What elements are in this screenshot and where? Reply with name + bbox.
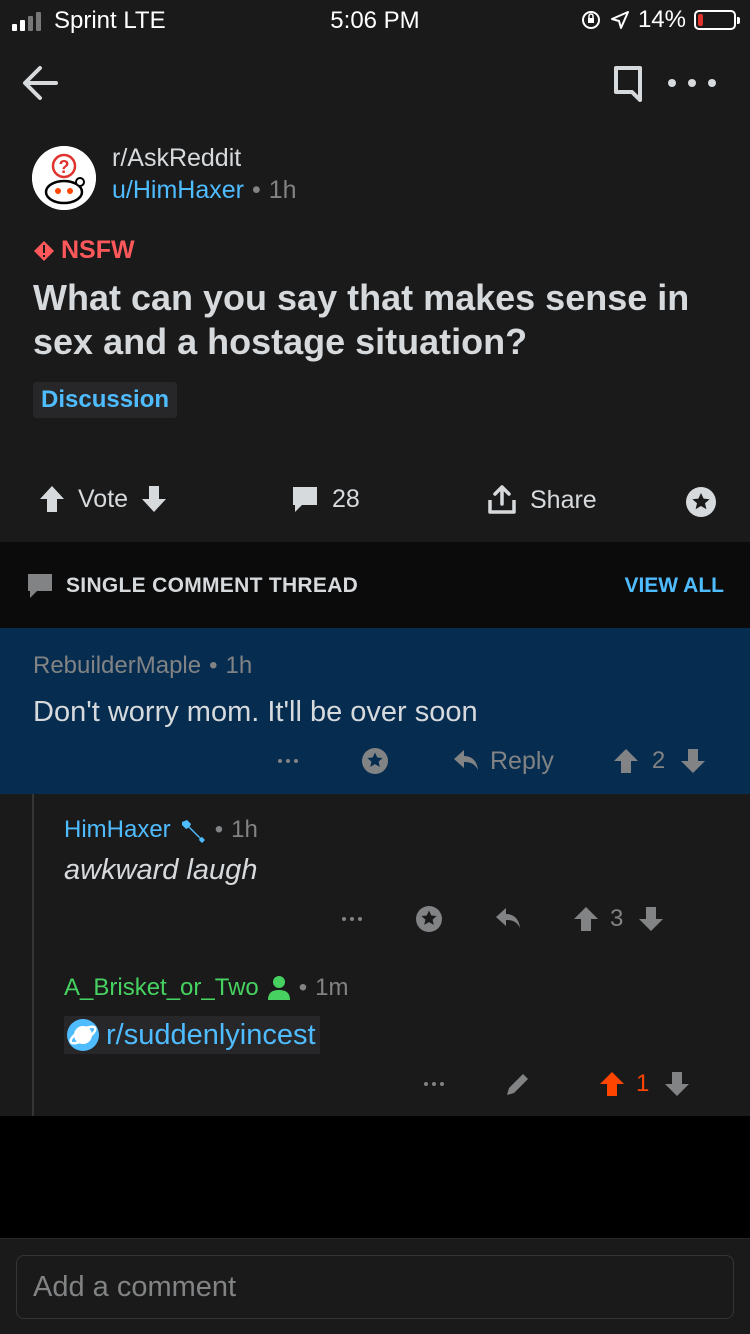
- nested-comments: HimHaxer • 1h awkward laugh 3 A_Brisket_…: [0, 794, 750, 1116]
- nsfw-badge: NSFW: [33, 236, 135, 265]
- comment-icon: [26, 572, 54, 600]
- comment-actions: Reply 2: [278, 746, 707, 776]
- upvote-icon[interactable]: [612, 747, 640, 775]
- reply-icon[interactable]: [494, 906, 522, 932]
- reply-label: Reply: [490, 746, 554, 775]
- post-header: ? r/AskReddit u/HimHaxer • 1h NSFW What …: [0, 40, 750, 542]
- alien-avatar-icon[interactable]: ?: [32, 146, 96, 210]
- signal-icon: [12, 11, 46, 31]
- post-meta: u/HimHaxer • 1h: [112, 176, 297, 205]
- upvote-icon[interactable]: [38, 484, 66, 514]
- downvote-icon[interactable]: [679, 747, 707, 775]
- comment-body: awkward laugh: [64, 854, 258, 886]
- battery-group: 14%: [580, 6, 740, 34]
- comment-meta: RebuilderMaple • 1h: [33, 652, 252, 680]
- single-thread-banner: SINGLE COMMENT THREAD VIEW ALL: [0, 542, 750, 628]
- upvote-icon[interactable]: [598, 1070, 626, 1098]
- view-all-button[interactable]: VIEW ALL: [624, 574, 724, 598]
- comment-score: 1: [636, 1070, 650, 1097]
- single-thread-text: SINGLE COMMENT THREAD: [66, 574, 359, 597]
- status-bar: Sprint LTE 5:06 PM 14%: [0, 0, 750, 40]
- comment-score: 2: [651, 747, 666, 774]
- battery-percent: 14%: [637, 6, 686, 33]
- comment-meta: HimHaxer • 1h: [64, 816, 258, 844]
- comment-age: 1h: [231, 816, 258, 843]
- award-icon[interactable]: [360, 746, 390, 776]
- battery-icon: [694, 10, 740, 30]
- share-icon: [486, 484, 518, 516]
- post-flair[interactable]: Discussion: [33, 382, 178, 418]
- meta-separator: •: [214, 816, 224, 843]
- subreddit-link[interactable]: r/AskReddit: [112, 144, 241, 173]
- comment-input[interactable]: [16, 1255, 734, 1319]
- empty-space: [0, 1116, 750, 1238]
- share-label: Share: [530, 485, 597, 514]
- post-action-bar: Vote 28 Share: [0, 480, 750, 524]
- comment-count: 28: [332, 484, 360, 513]
- comment-composer: [0, 1238, 750, 1334]
- vote-label: Vote: [78, 484, 129, 513]
- downvote-icon[interactable]: [663, 1070, 691, 1098]
- back-arrow-icon[interactable]: [20, 62, 62, 104]
- comment-highlighted: RebuilderMaple • 1h Don't worry mom. It'…: [0, 628, 750, 794]
- carrier-label: Sprint LTE: [54, 7, 166, 34]
- comment-age: 1m: [315, 974, 349, 1001]
- rotation-lock-icon: [580, 9, 602, 31]
- more-icon[interactable]: [342, 917, 362, 921]
- comment-score: 3: [610, 905, 624, 932]
- comments-button[interactable]: 28: [290, 484, 360, 514]
- comment-author[interactable]: A_Brisket_or_Two: [64, 974, 259, 1002]
- comment-author[interactable]: HimHaxer: [64, 816, 171, 844]
- meta-separator: •: [251, 176, 261, 204]
- comment-meta: A_Brisket_or_Two • 1m: [64, 974, 349, 1002]
- post-author[interactable]: u/HimHaxer: [112, 176, 244, 205]
- comment-body: r/suddenlyincest: [106, 1018, 316, 1051]
- nsfw-icon: [33, 240, 55, 262]
- reply-icon: [452, 748, 480, 774]
- bookmark-icon[interactable]: [610, 64, 646, 104]
- meta-separator: •: [209, 652, 218, 679]
- award-icon[interactable]: [414, 904, 444, 934]
- award-button[interactable]: [684, 485, 718, 519]
- downvote-icon[interactable]: [637, 905, 665, 933]
- comment-icon: [290, 484, 320, 514]
- thread-line[interactable]: [32, 794, 34, 1116]
- share-button[interactable]: Share: [486, 484, 597, 516]
- comment-author[interactable]: RebuilderMaple: [33, 652, 201, 680]
- upvote-icon[interactable]: [572, 905, 600, 933]
- subreddit-icon: [66, 1018, 100, 1052]
- single-thread-label: SINGLE COMMENT THREAD: [26, 572, 358, 600]
- downvote-icon[interactable]: [140, 484, 168, 514]
- comment-body: Don't worry mom. It'll be over soon: [33, 696, 478, 728]
- more-icon[interactable]: [668, 68, 716, 98]
- comment-actions: 1: [424, 1070, 691, 1098]
- post-age: 1h: [268, 176, 297, 204]
- nsfw-label: NSFW: [61, 236, 135, 264]
- svg-text:?: ?: [59, 157, 70, 177]
- comment-age: 1h: [225, 652, 253, 679]
- more-icon[interactable]: [278, 759, 298, 763]
- person-icon: [267, 975, 291, 1001]
- edit-icon[interactable]: [504, 1070, 532, 1098]
- post-title: What can you say that makes sense in sex…: [33, 277, 690, 362]
- carrier-group: Sprint LTE: [12, 7, 166, 35]
- more-icon[interactable]: [424, 1082, 444, 1086]
- reply-button[interactable]: Reply: [452, 747, 554, 776]
- meta-separator: •: [298, 974, 308, 1001]
- award-icon: [684, 485, 718, 519]
- location-icon: [610, 10, 630, 30]
- vote-group: Vote: [38, 484, 168, 514]
- subreddit-link-chip[interactable]: r/suddenlyincest: [64, 1016, 320, 1054]
- mod-wrench-icon: [179, 817, 207, 843]
- comment-actions: 3: [342, 904, 665, 934]
